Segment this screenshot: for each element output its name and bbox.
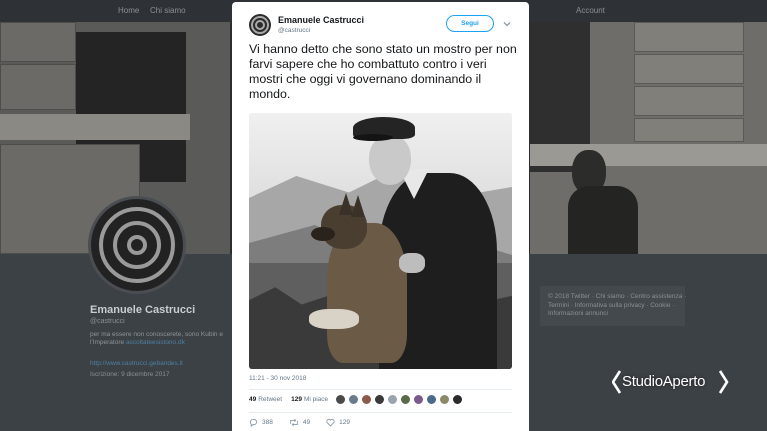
reply-count: 388 bbox=[262, 419, 273, 426]
like-action[interactable]: 129 bbox=[326, 418, 350, 427]
liker-avatar[interactable] bbox=[387, 394, 398, 405]
profile-avatar bbox=[88, 196, 186, 294]
likes-label[interactable]: Mi piace bbox=[304, 396, 328, 403]
nav-account: Account bbox=[576, 6, 605, 15]
divider bbox=[249, 412, 512, 413]
liker-avatar[interactable] bbox=[413, 394, 424, 405]
liker-avatar[interactable] bbox=[335, 394, 346, 405]
banner-person bbox=[568, 150, 638, 254]
retweets-label[interactable]: Retweet bbox=[258, 396, 282, 403]
banner-building-right bbox=[530, 22, 767, 254]
liker-avatar[interactable] bbox=[348, 394, 359, 405]
chevron-down-icon[interactable] bbox=[502, 19, 512, 29]
retweet-action[interactable]: 49 bbox=[289, 418, 310, 427]
profile-handle: @castrucci bbox=[90, 318, 125, 325]
liker-avatars[interactable] bbox=[335, 394, 465, 405]
tweet-actions: 388 49 129 bbox=[249, 418, 366, 427]
profile-bio-link[interactable]: ascoltateesistono.dk bbox=[126, 339, 185, 346]
retweets-count[interactable]: 49 bbox=[249, 396, 256, 403]
liker-avatar[interactable] bbox=[426, 394, 437, 405]
retweet-count: 49 bbox=[302, 419, 311, 426]
profile-bio: per ma essere non conoscerete, sono Kubi… bbox=[90, 331, 223, 346]
reply-icon bbox=[249, 418, 258, 427]
profile-joined-date: Iscrizione: 9 dicembre 2017 bbox=[90, 371, 170, 378]
profile-name: Emanuele Castrucci bbox=[90, 304, 196, 316]
liker-avatar[interactable] bbox=[452, 394, 463, 405]
tweet-photo[interactable] bbox=[249, 113, 512, 369]
divider bbox=[249, 389, 512, 390]
likes-count[interactable]: 129 bbox=[291, 396, 302, 403]
liker-avatar[interactable] bbox=[361, 394, 372, 405]
liker-avatar[interactable] bbox=[400, 394, 411, 405]
profile-website-link[interactable]: http://www.castrucci.gebandes.it bbox=[90, 360, 183, 367]
follow-button[interactable]: Segui bbox=[446, 15, 494, 32]
channel-logo-text: StudioAperto bbox=[622, 373, 706, 390]
tweet-stats: 49 Retweet 129 Mi piace bbox=[249, 396, 328, 403]
tweet-text: Vi hanno detto che sono stato un mostro … bbox=[249, 42, 517, 101]
reply-action[interactable]: 388 bbox=[249, 418, 273, 427]
retweet-icon bbox=[290, 418, 298, 427]
tweet-author-name[interactable]: Emanuele Castrucci bbox=[278, 15, 364, 25]
background-footer-links[interactable]: © 2018 Twitter · Chi siamo · Centro assi… bbox=[548, 293, 688, 319]
liker-avatar[interactable] bbox=[374, 394, 385, 405]
tweet-author-avatar[interactable] bbox=[249, 14, 271, 36]
heart-icon bbox=[326, 418, 335, 427]
nav-home: Home bbox=[118, 6, 140, 15]
tweet-author-handle[interactable]: @castrucci bbox=[278, 27, 310, 34]
liker-avatar[interactable] bbox=[439, 394, 450, 405]
tweet-card: Emanuele Castrucci @castrucci Segui Vi h… bbox=[232, 2, 529, 431]
tweet-timestamp[interactable]: 11:21 - 30 nov 2018 bbox=[249, 375, 306, 382]
nav-about: Chi siamo bbox=[150, 6, 186, 15]
like-count: 129 bbox=[339, 419, 350, 426]
channel-logo: StudioAperto bbox=[612, 368, 730, 396]
